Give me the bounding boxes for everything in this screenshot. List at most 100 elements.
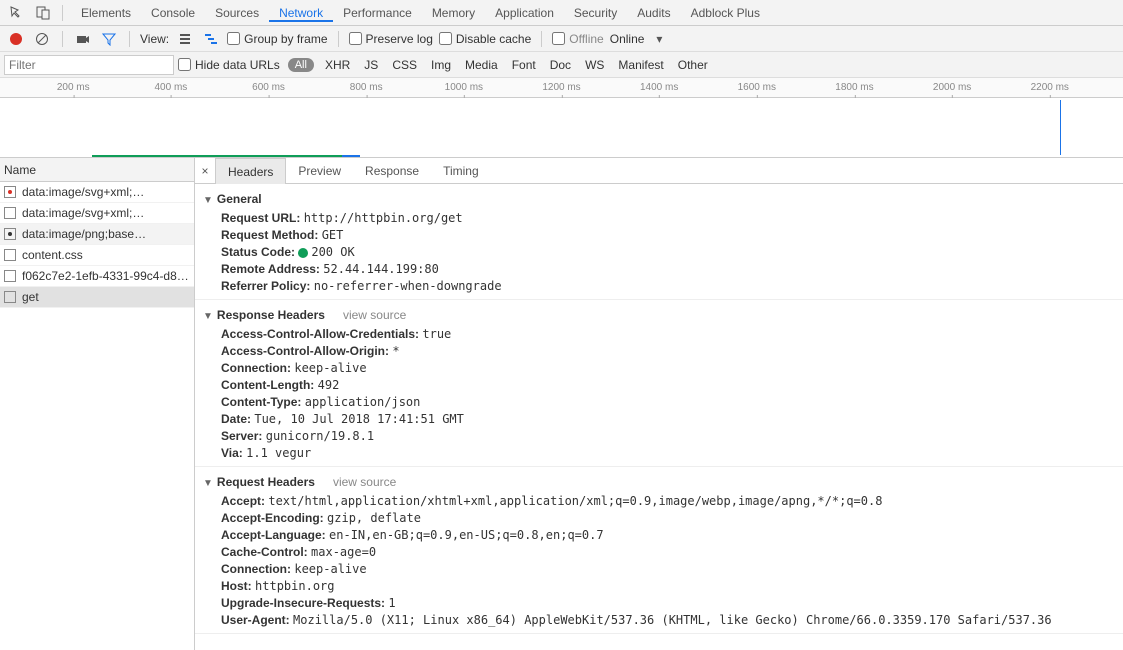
view-source-link[interactable]: view source	[343, 308, 406, 322]
timeline-tick: 800 ms	[350, 78, 383, 98]
inspect-icon[interactable]	[6, 2, 28, 24]
header-row: Upgrade-Insecure-Requests: 1	[195, 595, 1123, 612]
camera-icon[interactable]	[73, 29, 93, 49]
divider	[541, 31, 542, 47]
filter-type-ws[interactable]: WS	[578, 58, 611, 72]
timeline-tick: 2000 ms	[933, 78, 971, 98]
filter-input[interactable]	[4, 55, 174, 75]
request-row[interactable]: data:image/svg+xml;…	[0, 182, 194, 203]
view-source-link[interactable]: view source	[333, 475, 396, 489]
header-row: Date: Tue, 10 Jul 2018 17:41:51 GMT	[195, 411, 1123, 428]
request-list: Name data:image/svg+xml;… data:image/svg+…	[0, 158, 195, 650]
main-panel: Name data:image/svg+xml;… data:image/svg+…	[0, 158, 1123, 650]
throttling-dropdown[interactable]: ▾	[650, 32, 668, 46]
filter-icon[interactable]	[99, 29, 119, 49]
file-type-icon	[4, 291, 16, 303]
group-by-frame-label: Group by frame	[244, 32, 327, 46]
request-row[interactable]: content.css	[0, 245, 194, 266]
filter-type-all[interactable]: All	[288, 58, 314, 72]
header-row: Remote Address: 52.44.144.199:80	[195, 261, 1123, 278]
file-type-icon	[4, 228, 16, 240]
detail-tab-preview[interactable]: Preview	[286, 158, 353, 184]
section-header[interactable]: ▼Response Headersview source	[195, 304, 1123, 326]
device-toggle-icon[interactable]	[32, 2, 54, 24]
hide-data-urls-label: Hide data URLs	[195, 58, 280, 72]
divider	[62, 5, 63, 21]
header-row: Referrer Policy: no-referrer-when-downgr…	[195, 278, 1123, 295]
tab-security[interactable]: Security	[564, 6, 627, 20]
network-toolbar: View: Group by frame Preserve log Disabl…	[0, 26, 1123, 52]
request-list-header[interactable]: Name	[0, 158, 194, 182]
request-name: data:image/png;base…	[22, 227, 146, 241]
header-row: Request Method: GET	[195, 227, 1123, 244]
detail-tab-headers[interactable]: Headers	[215, 158, 286, 184]
tab-console[interactable]: Console	[141, 6, 205, 20]
file-type-icon	[4, 207, 16, 219]
offline-checkbox[interactable]: Offline	[552, 32, 603, 46]
tab-sources[interactable]: Sources	[205, 6, 269, 20]
timeline-tick: 1000 ms	[445, 78, 483, 98]
detail-tab-response[interactable]: Response	[353, 158, 431, 184]
header-row: Cache-Control: max-age=0	[195, 544, 1123, 561]
preserve-log-label: Preserve log	[366, 32, 433, 46]
header-row: Server: gunicorn/19.8.1	[195, 428, 1123, 445]
tab-performance[interactable]: Performance	[333, 6, 422, 20]
filter-type-media[interactable]: Media	[458, 58, 505, 72]
view-waterfall-icon[interactable]	[201, 29, 221, 49]
request-row[interactable]: f062c7e2-1efb-4331-99c4-d8…	[0, 266, 194, 287]
divider	[338, 31, 339, 47]
section-general: ▼GeneralRequest URL: http://httpbin.org/…	[195, 184, 1123, 300]
filter-type-doc[interactable]: Doc	[543, 58, 578, 72]
tab-memory[interactable]: Memory	[422, 6, 485, 20]
offline-label: Offline	[569, 32, 603, 46]
request-row[interactable]: get	[0, 287, 194, 308]
preserve-log-checkbox[interactable]: Preserve log	[349, 32, 433, 46]
filter-type-xhr[interactable]: XHR	[318, 58, 357, 72]
header-row: Access-Control-Allow-Origin: *	[195, 343, 1123, 360]
header-row: User-Agent: Mozilla/5.0 (X11; Linux x86_…	[195, 612, 1123, 629]
header-row: Content-Type: application/json	[195, 394, 1123, 411]
filter-type-img[interactable]: Img	[424, 58, 458, 72]
disable-cache-checkbox[interactable]: Disable cache	[439, 32, 531, 46]
request-name: f062c7e2-1efb-4331-99c4-d8…	[22, 269, 189, 283]
close-icon[interactable]: ×	[195, 164, 215, 178]
record-button[interactable]	[6, 29, 26, 49]
view-list-icon[interactable]	[175, 29, 195, 49]
file-type-icon	[4, 249, 16, 261]
tab-elements[interactable]: Elements	[71, 6, 141, 20]
header-row: Via: 1.1 vegur	[195, 445, 1123, 462]
filter-type-js[interactable]: JS	[357, 58, 385, 72]
clear-icon[interactable]	[32, 29, 52, 49]
timeline-tick: 1800 ms	[835, 78, 873, 98]
header-row: Accept: text/html,application/xhtml+xml,…	[195, 493, 1123, 510]
request-row[interactable]: data:image/svg+xml;…	[0, 203, 194, 224]
hide-data-urls-checkbox[interactable]: Hide data URLs	[178, 58, 280, 72]
section-header[interactable]: ▼Request Headersview source	[195, 471, 1123, 493]
timeline-overview[interactable]	[0, 98, 1123, 158]
section-header[interactable]: ▼General	[195, 188, 1123, 210]
section-response-headers: ▼Response Headersview source Access-Contr…	[195, 300, 1123, 467]
timeline-tick: 1400 ms	[640, 78, 678, 98]
request-row[interactable]: data:image/png;base…	[0, 224, 194, 245]
online-label: Online	[610, 32, 645, 46]
tab-adblock-plus[interactable]: Adblock Plus	[681, 6, 770, 20]
timeline-ruler[interactable]: 200 ms400 ms600 ms800 ms1000 ms1200 ms14…	[0, 78, 1123, 98]
filter-type-manifest[interactable]: Manifest	[611, 58, 670, 72]
timeline-tick: 1600 ms	[738, 78, 776, 98]
tab-audits[interactable]: Audits	[627, 6, 680, 20]
header-row: Status Code: 200 OK	[195, 244, 1123, 261]
request-detail: × HeadersPreviewResponseTiming ▼GeneralR…	[195, 158, 1123, 650]
status-dot-icon	[298, 248, 308, 258]
filter-type-font[interactable]: Font	[505, 58, 543, 72]
header-row: Host: httpbin.org	[195, 578, 1123, 595]
tab-application[interactable]: Application	[485, 6, 564, 20]
filter-bar: Hide data URLs All XHRJSCSSImgMediaFontD…	[0, 52, 1123, 78]
filter-type-css[interactable]: CSS	[385, 58, 424, 72]
header-row: Connection: keep-alive	[195, 360, 1123, 377]
devtools-top-tabs: ElementsConsoleSourcesNetworkPerformance…	[0, 0, 1123, 26]
group-by-frame-checkbox[interactable]: Group by frame	[227, 32, 327, 46]
filter-type-other[interactable]: Other	[671, 58, 715, 72]
tab-network[interactable]: Network	[269, 6, 333, 22]
request-name: data:image/svg+xml;…	[22, 185, 144, 199]
detail-tab-timing[interactable]: Timing	[431, 158, 491, 184]
